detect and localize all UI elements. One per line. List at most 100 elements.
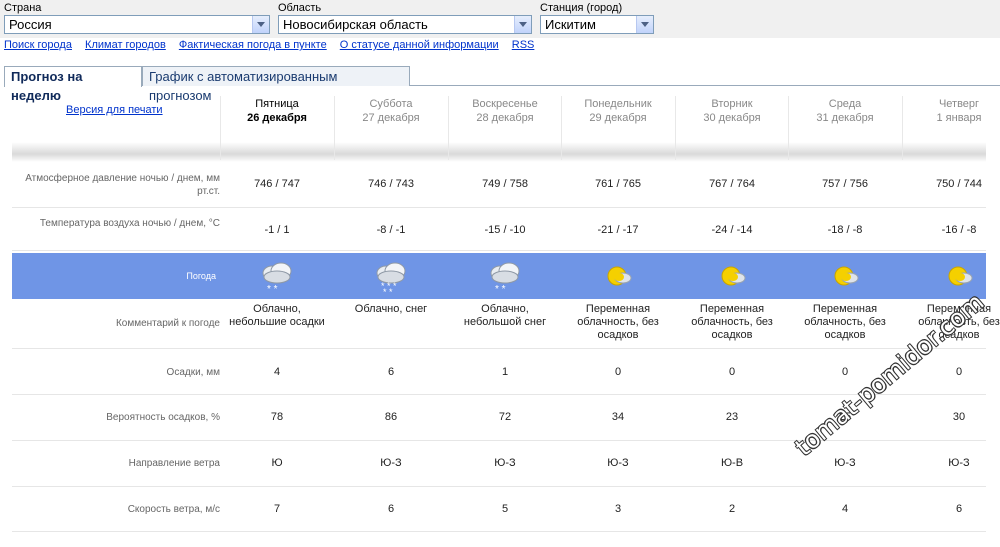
station-select[interactable]: Искитим: [540, 15, 654, 34]
day-header: Вторник 30 декабря: [675, 97, 789, 125]
row-label-wind-dir: Направление ветра: [128, 458, 220, 469]
column-separator: [675, 96, 676, 160]
link-rss[interactable]: RSS: [512, 39, 535, 51]
day-header: Среда 31 декабря: [788, 97, 902, 125]
partly-cloudy-icon: [598, 256, 638, 296]
cloud-light-snow-icon: * *: [485, 256, 525, 296]
region-select[interactable]: Новосибирская область: [278, 15, 532, 34]
svg-text:* *: * *: [383, 287, 393, 296]
cell-precip: 0: [614, 366, 622, 378]
cell-pressure: 746 / 743: [368, 178, 414, 190]
day-date: 31 декабря: [816, 112, 874, 124]
partly-cloudy-icon: [712, 256, 752, 296]
row-divider: [12, 207, 986, 208]
region-select-value: Новосибирская область: [283, 17, 428, 32]
row-label-weather: Погода: [186, 271, 216, 281]
cell-wind-dir: Ю-З: [494, 457, 516, 469]
row-divider: [12, 348, 986, 349]
day-date: 28 декабря: [476, 112, 534, 124]
cell-precip: 0: [728, 366, 736, 378]
cell-pressure: 750 / 744: [936, 178, 982, 190]
row-label-pressure: Атмосферное давление ночью / днем, мм рт…: [25, 173, 220, 197]
region-selector: Область Новосибирская область: [278, 2, 532, 34]
cell-pressure: 749 / 758: [482, 178, 528, 190]
row-divider: [12, 440, 986, 441]
cell-prob: 72: [498, 411, 512, 423]
station-selector: Станция (город) Искитим: [540, 2, 654, 34]
cell-temp: -15 / -10: [484, 224, 526, 236]
tab-weekly-forecast[interactable]: Прогноз на неделю: [4, 66, 142, 103]
link-info-status[interactable]: О статусе данной информации: [340, 39, 499, 51]
cell-pressure: 767 / 764: [709, 178, 755, 190]
cell-wind-dir: Ю-З: [607, 457, 629, 469]
cell-wind-speed: 3: [614, 503, 622, 515]
cell-wind-dir: Ю-В: [720, 457, 744, 469]
country-selector: Страна Россия: [4, 2, 270, 34]
cell-temp: -1 / 1: [264, 224, 290, 236]
cell-prob: 78: [270, 411, 284, 423]
print-version-link[interactable]: Версия для печати: [66, 104, 163, 116]
day-date: 29 декабря: [589, 112, 647, 124]
country-select-value: Россия: [9, 17, 52, 32]
row-label-wind-speed: Скорость ветра, м/с: [127, 504, 220, 515]
cell-prob: 30: [952, 411, 966, 423]
cell-precip: 6: [387, 366, 395, 378]
cell-wind-dir: Ю: [271, 457, 283, 469]
row-divider: [12, 531, 986, 532]
cell-wind-speed: 4: [841, 503, 849, 515]
cell-wind-dir: Ю-З: [380, 457, 402, 469]
row-divider: [12, 394, 986, 395]
cell-temp: -21 / -17: [597, 224, 639, 236]
day-date: 30 декабря: [703, 112, 761, 124]
cell-precip: 1: [501, 366, 509, 378]
svg-text:* *: * *: [495, 284, 506, 295]
nav-links: Поиск города Климат городов Фактическая …: [4, 39, 544, 53]
chevron-down-icon[interactable]: [636, 16, 653, 33]
day-name: Пятница: [255, 98, 299, 110]
cloud-light-snow-icon: * *: [257, 256, 297, 296]
link-city-search[interactable]: Поиск города: [4, 39, 72, 51]
cell-comment: Облачно, снег: [354, 303, 428, 315]
column-separator: [902, 96, 903, 160]
cell-precip: 4: [273, 366, 281, 378]
day-date: 26 декабря: [247, 112, 307, 124]
day-header: Четверг 1 января: [902, 97, 1000, 125]
header-divider: [12, 142, 986, 162]
cell-temp: -18 / -8: [827, 224, 863, 236]
station-label: Станция (город): [540, 2, 623, 14]
column-separator: [788, 96, 789, 160]
chevron-down-icon[interactable]: [252, 16, 269, 33]
cell-pressure: 761 / 765: [595, 178, 641, 190]
cell-comment: Облачно, небольшой снег: [463, 303, 547, 328]
chevron-down-icon[interactable]: [514, 16, 531, 33]
day-name: Вторник: [711, 98, 753, 110]
day-name: Суббота: [369, 98, 413, 110]
cell-temp: -24 / -14: [711, 224, 753, 236]
country-label: Страна: [4, 2, 42, 14]
cell-wind-speed: 2: [728, 503, 736, 515]
cell-prob: 23: [725, 411, 739, 423]
cell-wind-speed: 7: [273, 503, 281, 515]
link-actual-weather[interactable]: Фактическая погода в пункте: [179, 39, 327, 51]
column-separator: [220, 96, 221, 160]
cell-temp: -8 / -1: [376, 224, 406, 236]
cell-wind-dir: Ю-З: [948, 457, 970, 469]
svg-text:* *: * *: [267, 284, 278, 295]
cell-wind-speed: 6: [387, 503, 395, 515]
row-label-comment: Комментарий к погоде: [115, 318, 220, 329]
cell-comment: Переменная облачность, без осадков: [804, 303, 886, 341]
column-separator: [334, 96, 335, 160]
link-city-climate[interactable]: Климат городов: [85, 39, 166, 51]
tab-automated-chart[interactable]: График с автоматизированным прогнозом: [142, 66, 410, 103]
day-name: Четверг: [938, 98, 980, 110]
day-name: Среда: [828, 98, 862, 110]
cell-wind-speed: 6: [955, 503, 963, 515]
location-selector-bar: Страна Россия Область Новосибирская обла…: [0, 0, 1000, 38]
day-header: Суббота 27 декабря: [334, 97, 448, 125]
cloud-snow-icon: * * * * *: [371, 256, 411, 297]
cell-comment: Облачно, небольшие осадки: [229, 303, 325, 328]
day-header: Воскресенье 28 декабря: [448, 97, 562, 125]
cell-comment: Переменная облачность, без осадков: [577, 303, 659, 341]
partly-cloudy-icon: [825, 256, 865, 296]
country-select[interactable]: Россия: [4, 15, 270, 34]
